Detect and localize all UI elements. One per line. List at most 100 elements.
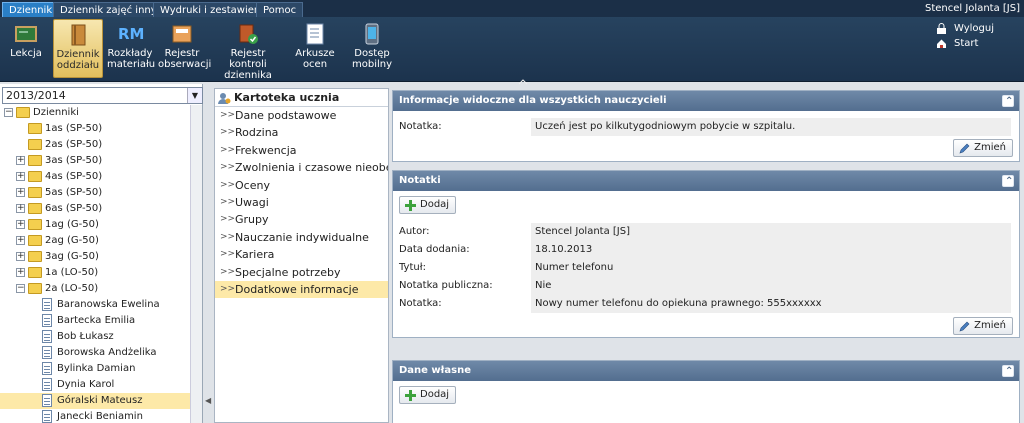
tree-student[interactable]: Baranowska Ewelina xyxy=(0,297,191,313)
toolbar-collapse-icon[interactable] xyxy=(518,79,528,85)
chevron-double-right-icon: >> xyxy=(220,266,236,277)
edit-note-button[interactable]: Zmień xyxy=(953,317,1013,335)
tab-pomoc[interactable]: Pomoc xyxy=(256,2,304,17)
toolbar-dostep-mobilny-button[interactable]: Dostęp mobilny xyxy=(348,19,396,78)
add-own-data-button[interactable]: Dodaj xyxy=(399,386,457,404)
collapse-left-icon[interactable]: ◀ xyxy=(205,396,211,405)
chevron-double-right-icon: >> xyxy=(220,110,236,120)
menu-frekwencja[interactable]: >> Frekwencja xyxy=(215,142,388,159)
section-title: Dane własne xyxy=(399,365,471,376)
info-note-row: Notatka: Uczeń jest po kilkutygodniowym … xyxy=(399,118,1011,136)
tab-dziennik[interactable]: Dziennik xyxy=(2,2,60,17)
menu-grupy[interactable]: >> Grupy xyxy=(215,211,388,228)
tree-class-2a[interactable]: − 2a (LO-50) xyxy=(16,281,189,297)
toolbar-arkusze-ocen-button[interactable]: Arkusze ocen xyxy=(292,19,338,78)
toolbar-rozklady-button[interactable]: RM Rozkłady materiału xyxy=(107,19,155,78)
logout-link[interactable]: Wyloguj xyxy=(936,21,994,36)
toolbar-rejestr-obserwacji-button[interactable]: Rejestr obserwacji xyxy=(158,19,211,78)
school-year-value: 2013/2014 xyxy=(6,89,66,102)
tree-class-1ag[interactable]: +1ag (G-50) xyxy=(16,217,189,233)
toolbar-lekcja-button[interactable]: Lekcja xyxy=(4,19,48,78)
edit-info-button[interactable]: Zmień xyxy=(953,139,1013,157)
menu-label: Kariera xyxy=(235,248,275,262)
student-file-icon xyxy=(42,410,52,423)
menu-uwagi[interactable]: >> Uwagi xyxy=(215,194,388,211)
tree-class-2ag[interactable]: +2ag (G-50) xyxy=(16,233,189,249)
menu-zwolnienia[interactable]: >>Zwolnienia i czasowe nieobecności xyxy=(215,159,388,176)
collapse-icon[interactable]: − xyxy=(16,284,25,293)
chevron-double-right-icon: >> xyxy=(220,214,236,225)
tree-scrollbar[interactable] xyxy=(190,105,202,423)
folder-icon xyxy=(28,235,42,246)
top-menu-bar: Dziennik Dziennik zajęć innych Wydruki i… xyxy=(0,0,1024,17)
menu-specjalne-potrzeby[interactable]: >> Specjalne potrzeby xyxy=(215,264,388,281)
tree-student[interactable]: Bylinka Damian xyxy=(0,361,191,377)
app-window: Dziennik Dziennik zajęć innych Wydruki i… xyxy=(0,0,1024,423)
mobile-access-icon xyxy=(365,23,379,45)
collapse-section-icon[interactable] xyxy=(1002,92,1014,112)
folder-icon xyxy=(28,203,42,214)
toolbar-rejestr-kontroli-button[interactable]: Rejestr kontroli dziennika xyxy=(212,19,284,81)
tree-student[interactable]: Dynia Karol xyxy=(0,377,191,393)
tree-student[interactable]: Janecki Beniamin xyxy=(0,409,191,423)
menu-rodzina[interactable]: >> Rodzina xyxy=(215,124,388,141)
tree-class-6as[interactable]: +6as (SP-50) xyxy=(16,201,189,217)
folder-icon xyxy=(28,155,42,166)
student-card-menu: Kartoteka ucznia >> Dane podstawowe >> Rod… xyxy=(214,88,389,423)
button-label: Dodaj xyxy=(420,389,450,400)
chevron-double-right-icon: >> xyxy=(220,144,236,155)
menu-dane-podstawowe[interactable]: >> Dane podstawowe xyxy=(215,107,388,124)
tree-class-4as[interactable]: +4as (SP-50) xyxy=(16,169,189,185)
start-label: Start xyxy=(954,38,979,49)
expand-icon[interactable]: + xyxy=(16,236,25,245)
menu-oceny[interactable]: >> Oceny xyxy=(215,177,388,194)
tree-label: 5as (SP-50) xyxy=(45,187,103,198)
panel-splitter[interactable]: ◀ xyxy=(204,84,212,423)
tree-class-3ag[interactable]: +3ag (G-50) xyxy=(16,249,189,265)
menu-label: Grupy xyxy=(235,213,269,227)
menu-nauczanie-indywidualne[interactable]: >> Nauczanie indywidualne xyxy=(215,229,388,246)
chevron-double-right-icon: >> xyxy=(220,127,236,138)
start-link[interactable]: Start xyxy=(936,36,994,51)
expand-icon[interactable]: + xyxy=(16,252,25,261)
toolbar-dziennik-oddzialu-button[interactable]: Dziennik oddziału xyxy=(53,19,103,78)
tree-class-1as[interactable]: 1as (SP-50) xyxy=(16,121,189,137)
expand-icon[interactable]: + xyxy=(16,156,25,165)
chevron-down-icon[interactable]: ▼ xyxy=(187,88,202,103)
expand-icon[interactable]: + xyxy=(16,188,25,197)
lock-icon xyxy=(937,23,946,34)
chevron-double-right-icon: >> xyxy=(220,249,236,260)
expand-icon[interactable]: + xyxy=(16,220,25,229)
tree-root-dzienniki[interactable]: − Dzienniki xyxy=(4,105,189,121)
tree-student[interactable]: Bartecka Emilia xyxy=(0,313,191,329)
button-label: Zmień xyxy=(974,142,1006,153)
tree-class-1a[interactable]: +1a (LO-50) xyxy=(16,265,189,281)
field-label: Autor: xyxy=(399,226,430,237)
menu-label: Zwolnienia i czasowe nieobecności xyxy=(235,161,388,175)
tree-class-3as[interactable]: +3as (SP-50) xyxy=(16,153,189,169)
expand-icon[interactable]: + xyxy=(16,172,25,181)
toolbar-label: ocen xyxy=(302,59,328,70)
menu-dodatkowe-informacje[interactable]: >> Dodatkowe informacje xyxy=(215,280,388,299)
tree-class-2as[interactable]: 2as (SP-50) xyxy=(16,137,189,153)
tree-student-selected[interactable]: Góralski Mateusz xyxy=(0,393,191,409)
tree-student[interactable]: Bob Łukasz xyxy=(0,329,191,345)
tree-class-5as[interactable]: +5as (SP-50) xyxy=(16,185,189,201)
expand-icon[interactable]: + xyxy=(16,204,25,213)
toolbar-label: Rejestr kontroli xyxy=(229,48,267,70)
student-file-icon xyxy=(42,346,52,359)
expand-icon[interactable]: + xyxy=(16,268,25,277)
collapse-icon[interactable]: − xyxy=(4,108,13,117)
collapse-section-icon[interactable] xyxy=(1002,172,1014,192)
menu-label: Frekwencja xyxy=(235,143,297,157)
folder-icon xyxy=(28,139,42,150)
add-note-button[interactable]: Dodaj xyxy=(399,196,457,214)
tree-label: 1as (SP-50) xyxy=(45,123,103,134)
collapse-section-icon[interactable] xyxy=(1002,362,1014,382)
tree-label: Bartecka Emilia xyxy=(57,315,136,326)
school-year-select[interactable]: 2013/2014 ▼ xyxy=(2,87,203,104)
pencil-icon xyxy=(959,143,970,154)
content-scrollbar[interactable] xyxy=(1020,88,1024,423)
menu-kariera[interactable]: >> Kariera xyxy=(215,246,388,263)
tree-student[interactable]: Borowska Andżelika xyxy=(0,345,191,361)
